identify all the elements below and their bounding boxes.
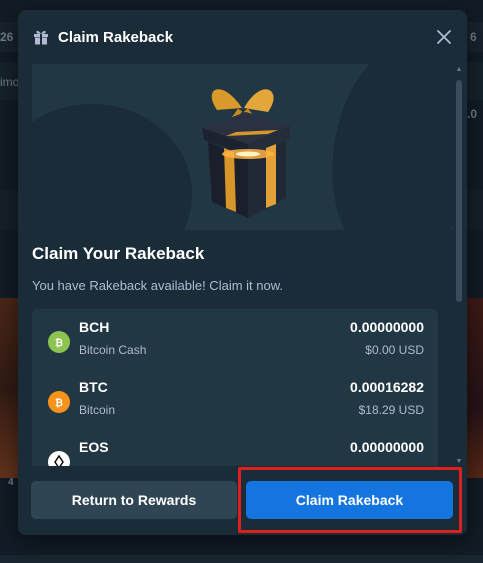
claim-rakeback-button[interactable]: Claim Rakeback (246, 481, 453, 519)
scroll-up-arrow-icon[interactable]: ▲ (455, 66, 463, 74)
svg-text:₿: ₿ (55, 397, 63, 408)
coin-usd-value: $18.29 USD (358, 403, 424, 417)
coin-row-eos: EOS 0.00000000 (32, 429, 438, 466)
rakeback-coin-list: ₿ BCH Bitcoin Cash 0.00000000 $0.00 USD … (32, 309, 438, 466)
backdrop-text: 6 (470, 30, 477, 44)
close-icon (437, 30, 451, 44)
gift-box-illustration (202, 89, 290, 218)
modal-header: Claim Rakeback (18, 10, 467, 64)
gift-icon (32, 28, 50, 46)
coin-row-bch: ₿ BCH Bitcoin Cash 0.00000000 $0.00 USD (32, 309, 438, 369)
scroll-down-arrow-icon[interactable]: ▼ (455, 458, 463, 466)
coin-name: Bitcoin (79, 403, 116, 417)
coin-name: Bitcoin Cash (79, 343, 147, 357)
coin-symbol: BCH (79, 319, 110, 335)
coin-amount: 0.00000000 (350, 319, 424, 335)
scrollbar-thumb[interactable] (456, 80, 462, 302)
backdrop-text: imo (0, 75, 20, 89)
backdrop-text: .0 (467, 107, 478, 121)
content-heading: Claim Your Rakeback (32, 244, 205, 263)
coin-usd-value: $0.00 USD (365, 343, 424, 357)
modal-footer: Return to Rewards Claim Rakeback (18, 466, 467, 535)
content-subtext: You have Rakeback available! Claim it no… (32, 278, 283, 293)
rakeback-hero-banner (32, 64, 453, 230)
coin-symbol: BTC (79, 379, 108, 395)
coin-amount: 0.00016282 (350, 379, 424, 395)
bch-icon: ₿ (48, 331, 70, 353)
btc-icon: ₿ (48, 391, 70, 413)
coin-row-btc: ₿ BTC Bitcoin 0.00016282 $18.29 USD (32, 369, 438, 429)
modal-scroll-area[interactable]: Claim Your Rakeback You have Rakeback av… (18, 64, 467, 466)
backdrop-text: 26 (0, 30, 14, 44)
modal-title: Claim Rakeback (58, 28, 174, 46)
modal-scrollbar[interactable]: ▲ ▼ (455, 64, 463, 466)
claim-rakeback-modal: Claim Rakeback Claim Your Rakeback You h… (18, 10, 467, 535)
coin-amount: 0.00000000 (350, 439, 424, 455)
coin-symbol: EOS (79, 439, 109, 455)
backdrop-bottom-strip (0, 555, 483, 563)
close-button[interactable] (433, 26, 455, 48)
svg-text:₿: ₿ (55, 337, 63, 348)
backdrop-text: 4 (8, 477, 14, 488)
eos-icon (48, 451, 70, 466)
backdrop-game-thumbnail-left (0, 298, 18, 478)
return-to-rewards-button[interactable]: Return to Rewards (31, 481, 237, 519)
